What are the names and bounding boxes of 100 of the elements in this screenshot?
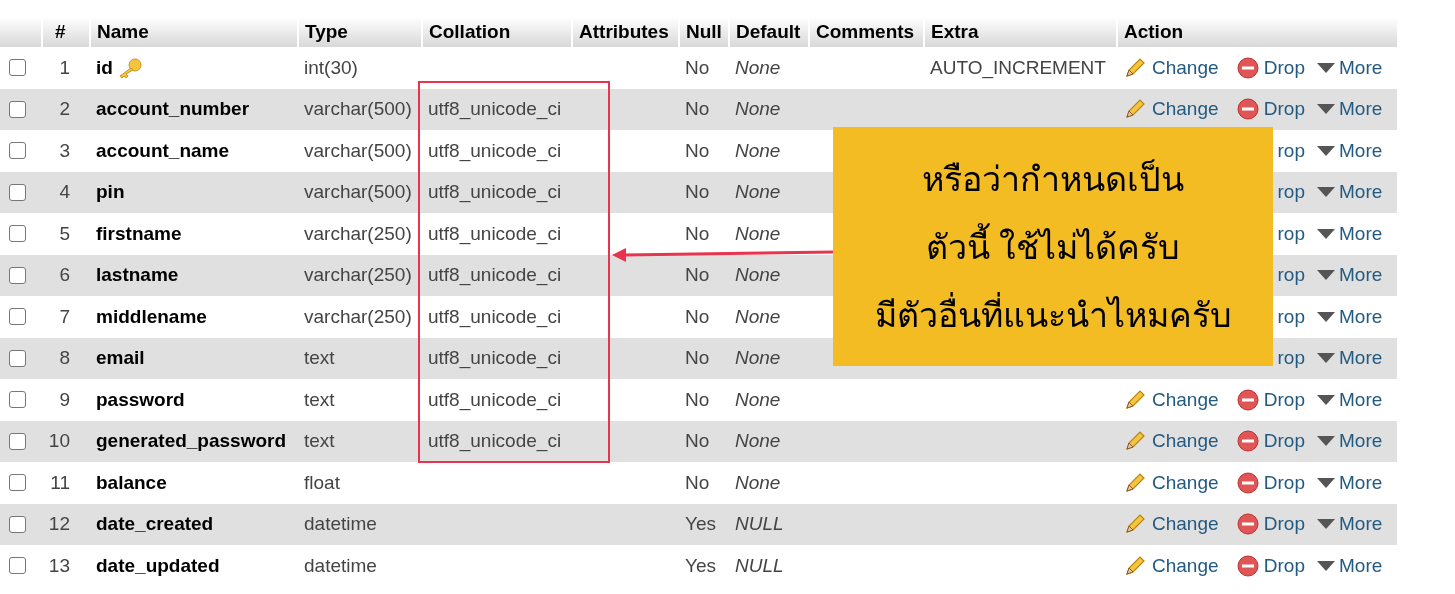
- minus-circle-icon: [1236, 554, 1259, 577]
- column-header[interactable]: Type: [305, 20, 348, 42]
- drop-link[interactable]: rop: [1277, 302, 1305, 331]
- column-header[interactable]: Collation: [429, 20, 511, 42]
- field-extra: AUTO_INCREMENT: [930, 56, 1106, 78]
- field-type: text: [304, 388, 335, 410]
- caret-icon: [1317, 62, 1335, 73]
- column-header[interactable]: #: [55, 20, 66, 42]
- row-number: 10: [48, 430, 70, 451]
- field-default: None: [735, 98, 781, 119]
- column-header[interactable]: Extra: [931, 20, 979, 42]
- more-link[interactable]: More: [1339, 219, 1383, 248]
- minus-circle-icon: [1236, 388, 1259, 411]
- field-type: text: [304, 430, 335, 451]
- minus-circle-icon: [1236, 471, 1259, 494]
- caret-icon: [1317, 187, 1335, 198]
- field-default: None: [735, 347, 781, 368]
- row-checkbox[interactable]: [9, 432, 26, 450]
- drop-link[interactable]: rop: [1277, 261, 1305, 290]
- drop-link[interactable]: Drop: [1263, 510, 1305, 539]
- drop-link[interactable]: rop: [1277, 219, 1305, 248]
- drop-link[interactable]: Drop: [1263, 385, 1305, 414]
- field-null: No: [685, 139, 710, 161]
- field-type: varchar(250): [304, 222, 412, 244]
- change-link[interactable]: Change: [1152, 53, 1219, 82]
- caret-icon: [1317, 311, 1335, 322]
- drop-link[interactable]: Drop: [1263, 95, 1305, 124]
- minus-circle-icon: [1236, 98, 1259, 121]
- field-default: None: [735, 181, 781, 202]
- column-header[interactable]: Default: [736, 20, 801, 42]
- drop-link[interactable]: rop: [1277, 344, 1305, 373]
- more-link[interactable]: More: [1339, 53, 1383, 82]
- row-number: 1: [59, 56, 70, 78]
- drop-link[interactable]: rop: [1277, 136, 1305, 165]
- drop-link[interactable]: rop: [1277, 178, 1305, 207]
- row-number: 6: [59, 264, 70, 285]
- more-link[interactable]: More: [1339, 344, 1383, 373]
- field-null: No: [685, 347, 710, 368]
- row-number: 8: [59, 347, 70, 368]
- more-link[interactable]: More: [1339, 302, 1383, 331]
- field-name: date_created: [96, 512, 214, 536]
- more-link[interactable]: More: [1339, 551, 1383, 580]
- row-checkbox[interactable]: [9, 59, 26, 77]
- row-checkbox[interactable]: [9, 391, 26, 409]
- change-link[interactable]: Change: [1152, 551, 1219, 580]
- more-link[interactable]: More: [1339, 427, 1383, 456]
- drop-link[interactable]: Drop: [1263, 53, 1305, 82]
- row-number: 9: [59, 388, 70, 410]
- field-default: None: [735, 388, 781, 410]
- field-null: No: [685, 98, 710, 119]
- field-type: datetime: [304, 513, 377, 534]
- column-header[interactable]: Name: [97, 20, 149, 42]
- row-checkbox[interactable]: [9, 474, 26, 492]
- field-name: pin: [96, 180, 125, 204]
- change-link[interactable]: Change: [1152, 95, 1219, 124]
- column-header[interactable]: Attributes: [579, 20, 669, 42]
- field-null: No: [685, 56, 710, 78]
- row-checkbox[interactable]: [9, 349, 26, 367]
- drop-link[interactable]: Drop: [1263, 551, 1305, 580]
- field-type: datetime: [304, 554, 377, 576]
- change-link[interactable]: Change: [1152, 468, 1219, 497]
- column-header[interactable]: Null: [686, 20, 722, 42]
- more-link[interactable]: More: [1339, 510, 1383, 539]
- row-checkbox[interactable]: [9, 266, 26, 284]
- field-default: None: [735, 264, 781, 285]
- field-name: middlename: [96, 304, 207, 329]
- more-link[interactable]: More: [1339, 385, 1383, 414]
- field-name: date_updated: [96, 553, 220, 578]
- field-name: account_name: [96, 138, 230, 163]
- row-checkbox[interactable]: [9, 557, 26, 575]
- minus-circle-icon: [1236, 430, 1259, 453]
- column-header[interactable]: Action: [1124, 20, 1184, 42]
- minus-circle-icon: [1236, 56, 1259, 79]
- change-link[interactable]: Change: [1152, 427, 1219, 456]
- drop-link[interactable]: Drop: [1263, 468, 1305, 497]
- change-link[interactable]: Change: [1152, 510, 1219, 539]
- field-null: No: [685, 471, 710, 493]
- more-link[interactable]: More: [1339, 261, 1383, 290]
- more-link[interactable]: More: [1339, 468, 1383, 497]
- row-checkbox[interactable]: [9, 183, 26, 201]
- field-default: NULL: [735, 554, 784, 576]
- more-link[interactable]: More: [1339, 136, 1383, 165]
- row-checkbox[interactable]: [9, 225, 26, 243]
- caret-icon: [1317, 145, 1335, 156]
- field-collation: utf8_unicode_ci: [428, 347, 562, 368]
- more-link[interactable]: More: [1339, 178, 1383, 207]
- drop-link[interactable]: Drop: [1263, 427, 1305, 456]
- caret-icon: [1317, 519, 1335, 530]
- more-link[interactable]: More: [1339, 95, 1383, 124]
- field-null: No: [685, 430, 710, 451]
- field-collation: utf8_unicode_ci: [428, 430, 562, 451]
- row-number: 5: [59, 222, 70, 244]
- field-default: None: [735, 430, 781, 451]
- column-header[interactable]: Comments: [816, 20, 915, 42]
- row-checkbox[interactable]: [9, 142, 26, 160]
- row-checkbox[interactable]: [9, 308, 26, 326]
- row-checkbox[interactable]: [9, 100, 26, 118]
- row-checkbox[interactable]: [9, 515, 26, 533]
- field-type: int(30): [304, 56, 358, 78]
- change-link[interactable]: Change: [1152, 385, 1219, 414]
